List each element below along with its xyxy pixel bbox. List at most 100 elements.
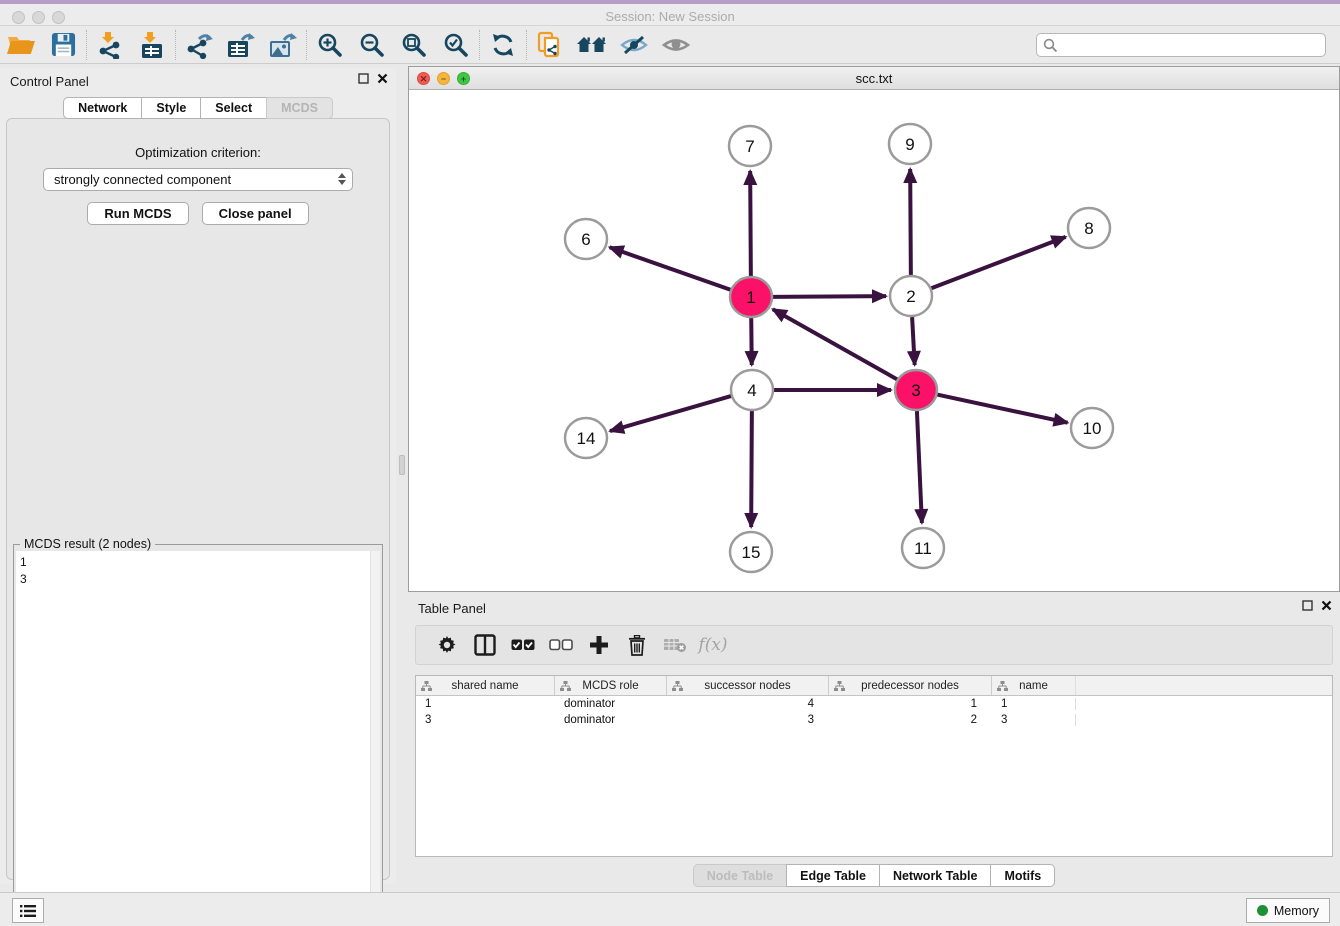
hierarchy-icon [834, 681, 845, 691]
tab-motifs[interactable]: Motifs [990, 864, 1055, 887]
result-scrollbar[interactable] [370, 551, 380, 916]
graph-edge-4-15[interactable] [751, 411, 752, 527]
graph-node-15[interactable]: 15 [730, 532, 772, 572]
graph-node-label: 14 [577, 429, 596, 448]
graph-node-10[interactable]: 10 [1071, 408, 1113, 448]
save-button[interactable] [42, 29, 84, 61]
graph-edge-3-10[interactable] [937, 394, 1068, 422]
cell-predecessor-nodes[interactable]: 2 [829, 714, 992, 726]
column-header-name[interactable]: name [992, 676, 1076, 695]
float-panel-icon[interactable] [1302, 600, 1313, 611]
zoom-selected-button[interactable] [435, 29, 477, 61]
vertical-splitter-handle[interactable] [399, 455, 405, 475]
tab-select[interactable]: Select [200, 97, 266, 119]
function-builder-button[interactable]: f(x) [694, 629, 732, 661]
network-graph[interactable]: 7 9 6 8 1 2 4 3 14 10 15 11 [409, 90, 1339, 591]
deselect-all-button[interactable] [542, 629, 580, 661]
cell-successor-nodes[interactable]: 4 [667, 698, 829, 710]
graph-edge-3-1[interactable] [773, 309, 898, 379]
mcds-result-text[interactable]: 1 3 [16, 551, 370, 916]
show-all-button[interactable] [655, 29, 697, 61]
search-input[interactable] [1036, 33, 1326, 57]
memory-button[interactable]: Memory [1246, 898, 1330, 923]
cell-shared-name[interactable]: 1 [416, 698, 555, 710]
graph-node-14[interactable]: 14 [565, 418, 607, 458]
cell-predecessor-nodes[interactable]: 1 [829, 698, 992, 710]
delete-table-icon [663, 637, 687, 653]
graph-node-7[interactable]: 7 [729, 126, 771, 166]
delete-table-button[interactable] [656, 629, 694, 661]
column-header-MCDS-role[interactable]: MCDS role [555, 676, 667, 695]
home-button[interactable] [571, 29, 613, 61]
console-button[interactable] [12, 898, 44, 923]
close-panel-icon[interactable] [1321, 600, 1332, 611]
select-stepper-icon [338, 173, 346, 185]
open-folder-icon [6, 33, 36, 57]
graph-node-1[interactable]: 1 [730, 277, 772, 317]
export-network-button[interactable] [178, 29, 220, 61]
close-panel-icon[interactable] [377, 73, 388, 84]
toolbar-separator [526, 30, 527, 60]
column-header-shared-name[interactable]: shared name [416, 676, 555, 695]
network-canvas[interactable]: 7 9 6 8 1 2 4 3 14 10 15 11 [409, 90, 1339, 591]
zoom-in-icon [317, 32, 343, 58]
tab-network-table[interactable]: Network Table [879, 864, 991, 887]
delete-column-button[interactable] [618, 629, 656, 661]
graph-edge-2-8[interactable] [931, 237, 1066, 289]
cell-successor-nodes[interactable]: 3 [667, 714, 829, 726]
column-layout-button[interactable] [466, 629, 504, 661]
table-row[interactable]: 1dominator411 [416, 696, 1332, 712]
cell-name[interactable]: 3 [992, 714, 1076, 726]
float-panel-icon[interactable] [358, 73, 369, 84]
column-header-predecessor-nodes[interactable]: predecessor nodes [829, 676, 992, 695]
network-window-titlebar[interactable]: ✕ − + scc.txt [409, 67, 1339, 90]
table-settings-button[interactable] [428, 629, 466, 661]
tab-node-table[interactable]: Node Table [693, 864, 786, 887]
export-table-button[interactable] [220, 29, 262, 61]
hide-selected-button[interactable] [613, 29, 655, 61]
column-header-label: name [1019, 680, 1048, 692]
tab-network[interactable]: Network [63, 97, 141, 119]
graph-edge-2-3[interactable] [912, 317, 915, 365]
graph-node-8[interactable]: 8 [1068, 208, 1110, 248]
graph-edge-1-2[interactable] [772, 296, 886, 297]
graph-edge-3-11[interactable] [917, 411, 922, 523]
graph-edge-1-4[interactable] [751, 318, 752, 365]
cell-MCDS-role[interactable]: dominator [555, 714, 667, 726]
refresh-button[interactable] [482, 29, 524, 61]
close-panel-button[interactable]: Close panel [202, 202, 309, 225]
select-all-button[interactable] [504, 629, 542, 661]
cell-shared-name[interactable]: 3 [416, 714, 555, 726]
graph-edge-4-14[interactable] [610, 396, 732, 431]
graph-edge-1-6[interactable] [610, 247, 732, 290]
graph-node-9[interactable]: 9 [889, 124, 931, 164]
import-network-button[interactable] [89, 29, 131, 61]
export-image-button[interactable] [262, 29, 304, 61]
new-network-from-selection-button[interactable] [529, 29, 571, 61]
zoom-in-button[interactable] [309, 29, 351, 61]
open-button[interactable] [0, 29, 42, 61]
column-header-successor-nodes[interactable]: successor nodes [667, 676, 829, 695]
graph-edge-1-7[interactable] [750, 171, 751, 276]
criterion-select[interactable]: strongly connected component [43, 168, 353, 191]
graph-node-4[interactable]: 4 [731, 370, 773, 410]
cell-MCDS-role[interactable]: dominator [555, 698, 667, 710]
graph-edge-2-9[interactable] [910, 169, 911, 275]
graph-node-6[interactable]: 6 [565, 219, 607, 259]
import-table-button[interactable] [131, 29, 173, 61]
tab-mcds[interactable]: MCDS [266, 97, 333, 119]
graph-node-11[interactable]: 11 [902, 528, 944, 568]
cell-name[interactable]: 1 [992, 698, 1076, 710]
add-column-button[interactable] [580, 629, 618, 661]
table-row[interactable]: 3dominator323 [416, 712, 1332, 728]
zoom-fit-button[interactable] [393, 29, 435, 61]
tab-edge-table[interactable]: Edge Table [786, 864, 879, 887]
graph-node-2[interactable]: 2 [890, 276, 932, 316]
tab-style[interactable]: Style [141, 97, 200, 119]
memory-status-icon [1257, 905, 1268, 916]
graph-node-3[interactable]: 3 [895, 370, 937, 410]
toolbar-separator [175, 30, 176, 60]
checked-boxes-icon [511, 639, 535, 651]
zoom-out-button[interactable] [351, 29, 393, 61]
run-mcds-button[interactable]: Run MCDS [87, 202, 188, 225]
